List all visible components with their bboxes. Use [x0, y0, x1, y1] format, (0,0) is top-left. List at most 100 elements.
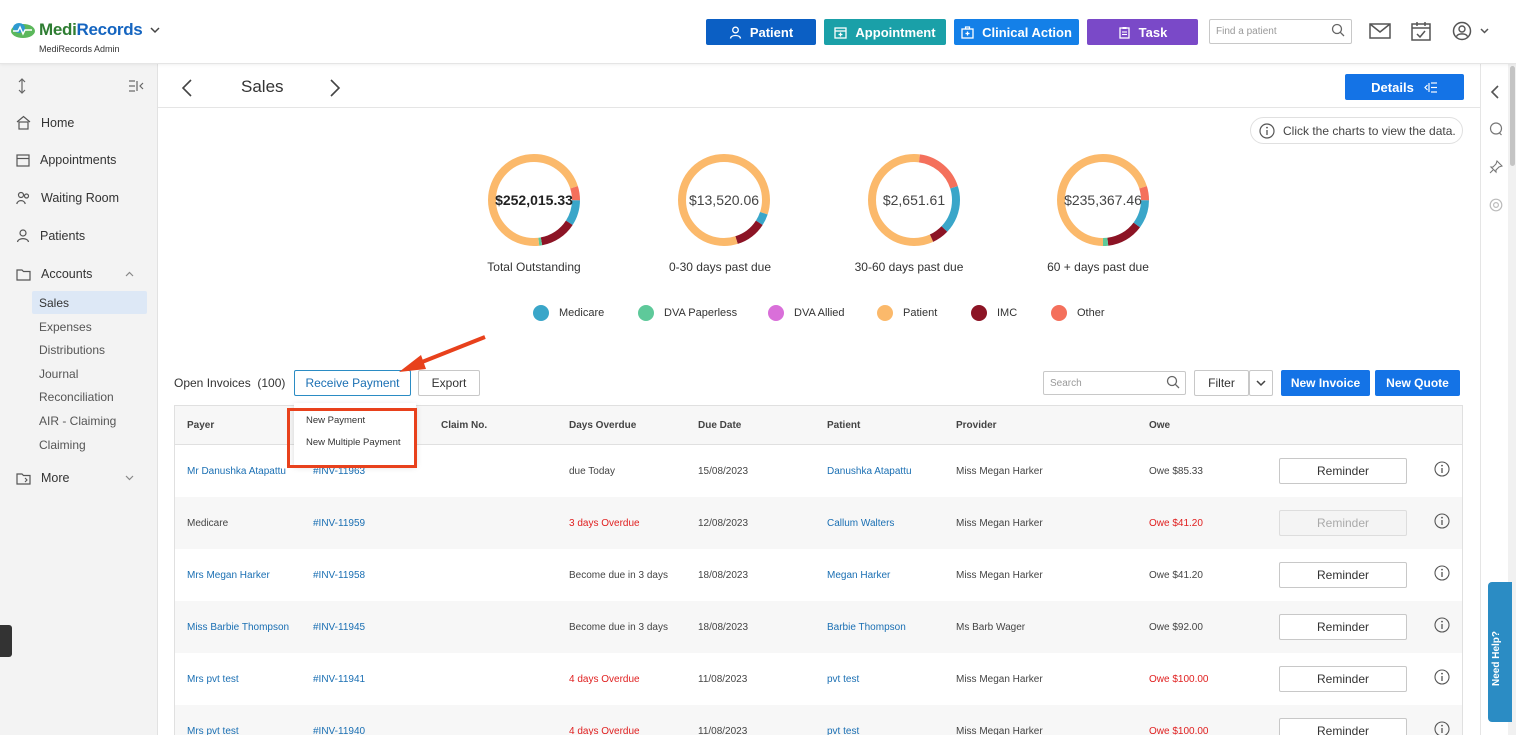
cell-invoice[interactable]: #INV-11959 — [313, 518, 365, 529]
resize-vertical-icon[interactable] — [16, 78, 28, 94]
printer-tab-handle[interactable] — [0, 625, 12, 657]
cell-patient[interactable]: pvt test — [827, 726, 859, 735]
find-patient-input[interactable]: Find a patient — [1209, 19, 1352, 44]
folder-arrow-icon — [16, 472, 31, 485]
previous-arrow-icon[interactable] — [181, 78, 193, 98]
table-row[interactable]: Mrs pvt test #INV-11941 4 days Overdue 11/0… — [175, 653, 1462, 705]
column-header-owe[interactable]: Owe — [1149, 420, 1170, 431]
column-header-payer[interactable]: Payer — [187, 420, 214, 431]
column-header-claim-no[interactable]: Claim No. — [441, 420, 487, 431]
annotation-highlight-box — [287, 408, 417, 468]
legend-dot — [877, 305, 893, 321]
cell-invoice[interactable]: #INV-11958 — [313, 570, 365, 581]
legend-imc[interactable]: IMC — [971, 305, 1017, 321]
info-icon[interactable] — [1434, 669, 1450, 685]
cell-payer[interactable]: Miss Barbie Thompson — [187, 622, 289, 633]
cell-payer[interactable]: Mrs pvt test — [187, 726, 239, 735]
brand-records: Records — [76, 20, 143, 39]
user-account-icon[interactable] — [1452, 21, 1490, 41]
reminder-button[interactable]: Reminder — [1279, 666, 1407, 692]
sidebar-subitem-claiming[interactable]: Claiming — [32, 433, 147, 456]
sidebar-item-more[interactable]: More — [16, 471, 144, 485]
table-row[interactable]: Mrs pvt test #INV-11940 4 days Overdue 11/0… — [175, 705, 1462, 735]
column-header-days-overdue[interactable]: Days Overdue — [569, 420, 636, 431]
info-icon[interactable] — [1434, 721, 1450, 735]
at-sign-icon[interactable] — [1489, 198, 1503, 212]
donut-value-0-30: $13,520.06 — [688, 192, 760, 208]
sidebar-subitem-air-claiming[interactable]: AIR - Claiming — [32, 409, 147, 432]
info-icon[interactable] — [1434, 513, 1450, 529]
sidebar-item-waiting-room[interactable]: Waiting Room — [16, 191, 119, 205]
filter-dropdown-button[interactable] — [1249, 370, 1273, 396]
scrollbar-thumb[interactable] — [1510, 66, 1515, 166]
cell-provider: Miss Megan Harker — [956, 466, 1043, 477]
cell-days-overdue: Become due in 3 days — [569, 622, 668, 633]
table-row[interactable]: Miss Barbie Thompson #INV-11945 Become due… — [175, 601, 1462, 653]
page-title: Sales — [241, 77, 284, 96]
receive-payment-button[interactable]: Receive Payment — [294, 370, 411, 396]
details-button[interactable]: Details — [1345, 74, 1464, 100]
sidebar-item-patients[interactable]: Patients — [16, 229, 85, 243]
sidebar-subitem-journal[interactable]: Journal — [32, 362, 147, 385]
reminder-button[interactable]: Reminder — [1279, 562, 1407, 588]
cell-payer[interactable]: Mrs pvt test — [187, 674, 239, 685]
legend-patient[interactable]: Patient — [877, 305, 937, 321]
new-quote-button[interactable]: New Quote — [1375, 370, 1460, 396]
chevron-left-icon[interactable] — [1490, 84, 1500, 100]
cell-payer[interactable]: Mrs Megan Harker — [187, 570, 270, 581]
collapse-sidebar-icon[interactable] — [128, 80, 144, 92]
reminder-button[interactable]: Reminder — [1279, 614, 1407, 640]
legend-other[interactable]: Other — [1051, 305, 1105, 321]
filter-button[interactable]: Filter — [1194, 370, 1249, 396]
comment-icon[interactable] — [1489, 122, 1503, 136]
sidebar-item-home[interactable]: Home — [16, 115, 74, 130]
patient-button[interactable]: Patient — [706, 19, 816, 45]
calendar-check-icon[interactable] — [1411, 21, 1431, 41]
cell-patient[interactable]: Callum Walters — [827, 518, 894, 529]
task-button[interactable]: Task — [1087, 19, 1198, 45]
chevron-down-icon — [1256, 379, 1266, 386]
cell-invoice[interactable]: #INV-11940 — [313, 726, 365, 735]
invoice-search-input[interactable]: Search — [1043, 371, 1186, 395]
column-header-due-date[interactable]: Due Date — [698, 420, 741, 431]
new-invoice-button[interactable]: New Invoice — [1281, 370, 1370, 396]
app-logo[interactable]: MediRecords — [10, 20, 160, 40]
reminder-button[interactable]: Reminder — [1279, 718, 1407, 735]
sidebar-subitem-reconciliation[interactable]: Reconciliation — [32, 385, 147, 408]
legend-dva-paperless[interactable]: DVA Paperless — [638, 305, 737, 321]
sidebar-subitem-distributions[interactable]: Distributions — [32, 338, 147, 361]
appointment-button[interactable]: Appointment — [824, 19, 946, 45]
cell-patient[interactable]: pvt test — [827, 674, 859, 685]
sidebar-subitem-sales[interactable]: Sales — [32, 291, 147, 314]
cell-payer[interactable]: Mr Danushka Atapattu — [187, 466, 286, 477]
mail-icon[interactable] — [1369, 21, 1391, 41]
pin-icon[interactable] — [1489, 160, 1503, 174]
info-icon[interactable] — [1434, 461, 1450, 477]
cell-days-overdue: Become due in 3 days — [569, 570, 668, 581]
clinical-action-button[interactable]: Clinical Action — [954, 19, 1079, 45]
sidebar-item-appointments[interactable]: Appointments — [16, 153, 116, 167]
legend-medicare[interactable]: Medicare — [533, 305, 604, 321]
table-row[interactable]: Mrs Megan Harker #INV-11958 Become due in … — [175, 549, 1462, 601]
column-header-provider[interactable]: Provider — [956, 420, 997, 431]
info-icon[interactable] — [1434, 565, 1450, 581]
reminder-button[interactable]: Reminder — [1279, 458, 1407, 484]
chevron-up-icon — [125, 271, 134, 277]
cell-patient[interactable]: Danushka Atapattu — [827, 466, 912, 477]
next-arrow-icon[interactable] — [329, 78, 341, 98]
info-icon[interactable] — [1434, 617, 1450, 633]
column-header-patient[interactable]: Patient — [827, 420, 860, 431]
cell-patient[interactable]: Megan Harker — [827, 570, 890, 581]
cell-invoice[interactable]: #INV-11941 — [313, 674, 365, 685]
legend-dva-allied[interactable]: DVA Allied — [768, 305, 845, 321]
sidebar-item-accounts[interactable]: Accounts — [16, 267, 144, 281]
home-icon — [16, 115, 31, 130]
cell-owe: Owe $100.00 — [1149, 674, 1209, 685]
info-icon — [1259, 122, 1275, 139]
sidebar-subitem-expenses[interactable]: Expenses — [32, 315, 147, 338]
chevron-down-icon[interactable] — [150, 23, 160, 37]
cell-patient[interactable]: Barbie Thompson — [827, 622, 906, 633]
cell-invoice[interactable]: #INV-11945 — [313, 622, 365, 633]
table-row[interactable]: Medicare #INV-11959 3 days Overdue 12/08/20… — [175, 497, 1462, 549]
need-help-tab[interactable]: Need Help? — [1488, 582, 1512, 722]
